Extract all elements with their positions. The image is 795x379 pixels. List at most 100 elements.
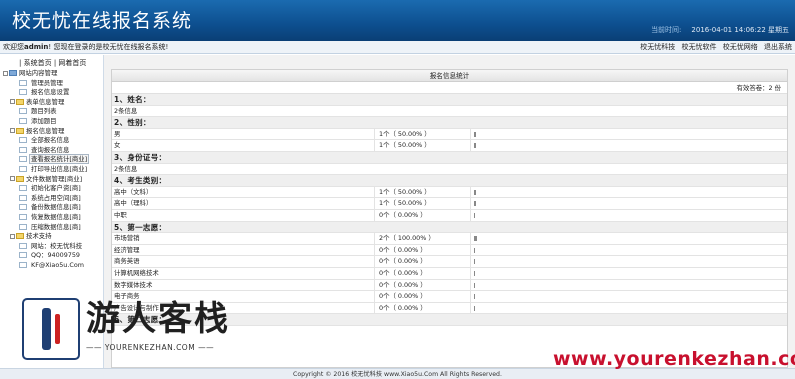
option-label: 女 xyxy=(114,141,121,150)
option-label: 计算机网络技术 xyxy=(114,268,159,277)
sidebar-item-label: 报名信息设置 xyxy=(31,88,70,97)
time-value: 2016-04-01 14:06:22 星期五 xyxy=(691,26,789,34)
option-label: 中职 xyxy=(114,210,127,219)
option-bar xyxy=(470,291,789,303)
time-label: 当前时间: xyxy=(651,26,682,34)
page-icon xyxy=(19,89,27,96)
option-percent: 0个（ 0.00% ） xyxy=(374,291,470,303)
welcome-message: 欢迎您admin! 您现在登录的是校无忧在线报名系统! xyxy=(3,41,168,54)
sidebar-item[interactable]: KF@Xiao5u.Com xyxy=(3,261,103,271)
page-icon xyxy=(19,194,27,201)
system-home-link[interactable]: 系统首页 xyxy=(24,59,52,67)
sidebar-item-label: 全部报名信息 xyxy=(31,136,70,145)
option-bar-fill xyxy=(474,131,476,137)
option-bar xyxy=(470,198,789,210)
watermark-name: 游人客栈 xyxy=(86,299,230,339)
sidebar-item-label: QQ：94009759 xyxy=(31,251,80,260)
sidebar-item-label: 网站：校无忧科技 xyxy=(31,241,83,250)
expand-icon[interactable] xyxy=(3,70,8,76)
option-bar-fill xyxy=(474,143,476,149)
option-bar-fill xyxy=(474,282,475,288)
option-percent: 0个（ 0.00% ） xyxy=(374,209,470,222)
option-row: 经济管理 0个（ 0.00% ） xyxy=(112,244,789,257)
option-label: 高中（理科） xyxy=(114,199,153,208)
sidebar-item[interactable]: 打印导出信息[商业] xyxy=(3,165,103,175)
option-percent: 0个（ 0.00% ） xyxy=(374,279,470,292)
sidebar-item-label: 文件数据管理[商业] xyxy=(26,174,83,183)
question-heading: 5、第一志愿： xyxy=(112,221,787,234)
sidebar-item[interactable]: 报名信息设置 xyxy=(3,88,103,98)
option-percent: 1个（ 50.00% ） xyxy=(374,140,470,152)
option-row: 商务英语 0个（ 0.00% ） xyxy=(112,256,787,268)
option-bar-fill xyxy=(474,236,477,242)
option-bar xyxy=(470,267,789,279)
option-bar xyxy=(470,186,789,198)
page-icon xyxy=(19,261,27,268)
option-label: 商务英语 xyxy=(114,257,140,266)
question-heading: 4、考生类别： xyxy=(112,175,787,187)
link-company[interactable]: 校无忧科技 xyxy=(640,43,675,51)
sidebar-item-label: 系统占用空间[商] xyxy=(31,193,81,202)
option-row: 中职 0个（ 0.00% ） xyxy=(112,209,789,222)
option-row: 高中（理科） 1个（ 50.00% ） xyxy=(112,198,787,210)
sidebar-item-label: 技术支持 xyxy=(26,232,52,241)
logout-link[interactable]: 退出系统 xyxy=(764,43,792,51)
option-bar-fill xyxy=(474,305,475,311)
expand-icon[interactable] xyxy=(10,99,15,105)
option-percent: 2个（ 100.00% ） xyxy=(374,233,470,245)
question-heading: 3、身份证号： xyxy=(112,151,787,164)
option-label: 数字媒体技术 xyxy=(114,280,153,289)
sidebar-item-label: 查询报名信息 xyxy=(31,145,70,154)
link-software[interactable]: 校无忧软件 xyxy=(682,43,717,51)
folder-icon xyxy=(16,127,24,134)
option-bar xyxy=(470,140,789,152)
sidebar-item-label: 恢复数据信息[商] xyxy=(31,212,81,221)
logo-bar-blue xyxy=(42,308,51,350)
sidebar-item-label: 题目列表 xyxy=(31,107,57,116)
folder-icon xyxy=(16,233,24,240)
page-icon xyxy=(19,242,27,249)
expand-icon[interactable] xyxy=(10,128,15,134)
stats-rows: 1、姓名： 2条信息 2、性别：男 1个（ 50.00% ）女 1个（ 50.00% ）… xyxy=(112,94,787,326)
site-home-link[interactable]: 网着首页 xyxy=(58,59,86,67)
sidebar-item-label: 管理员管理 xyxy=(31,78,63,87)
info-count: 2条信息 xyxy=(112,106,787,118)
expand-icon[interactable] xyxy=(10,233,15,239)
sidebar-item-label: 初始化客户资[商] xyxy=(31,184,81,193)
page-icon xyxy=(19,117,27,124)
option-row: 计算机网络技术 0个（ 0.00% ） xyxy=(112,267,789,280)
page-icon xyxy=(19,204,27,211)
sidebar-item-label: 报名信息管理 xyxy=(26,126,65,135)
option-row: 女 1个（ 50.00% ） xyxy=(112,140,787,152)
option-bar xyxy=(470,233,789,245)
sidebar-item-label: 打印导出信息[商业] xyxy=(31,164,88,173)
sidebar-item[interactable]: 压缩数据信息[商] xyxy=(3,223,103,233)
option-row: 数字媒体技术 0个（ 0.00% ） xyxy=(112,279,787,292)
expand-icon[interactable] xyxy=(10,176,15,182)
sidebar-item-label: 添加题目 xyxy=(31,116,57,125)
valid-count: 有效答卷：2 份 xyxy=(112,82,787,94)
app-header: 校无忧在线报名系统 当前时间: 2016-04-01 14:06:22 星期五 xyxy=(0,0,795,41)
option-percent: 0个（ 0.00% ） xyxy=(374,302,470,315)
page-icon xyxy=(19,165,27,172)
option-bar-fill xyxy=(474,270,475,276)
page-icon xyxy=(19,146,27,153)
option-label: 市场营销 xyxy=(114,234,140,243)
sidebar-item[interactable]: 添加题目 xyxy=(3,117,103,127)
option-percent: 1个（ 50.00% ） xyxy=(374,186,470,199)
option-bar xyxy=(470,209,789,221)
option-bar-fill xyxy=(474,212,475,218)
option-row: 高中（文科） 1个（ 50.00% ） xyxy=(112,186,789,199)
welcome-prefix: 欢迎您 xyxy=(3,43,24,51)
info-count: 2条信息 xyxy=(112,164,787,176)
folder-icon xyxy=(16,98,24,105)
option-percent: 0个（ 0.00% ） xyxy=(374,267,470,280)
option-bar-fill xyxy=(474,247,475,253)
page-icon xyxy=(19,185,27,192)
sidebar-item-label: KF@Xiao5u.Com xyxy=(31,260,84,269)
option-bar-fill xyxy=(474,189,476,195)
link-network[interactable]: 校无忧网络 xyxy=(723,43,758,51)
sidebar-item-label: 查看报名统计[商业] xyxy=(29,154,90,165)
current-time: 当前时间: 2016-04-01 14:06:22 星期五 xyxy=(651,25,789,35)
option-bar xyxy=(470,244,789,256)
